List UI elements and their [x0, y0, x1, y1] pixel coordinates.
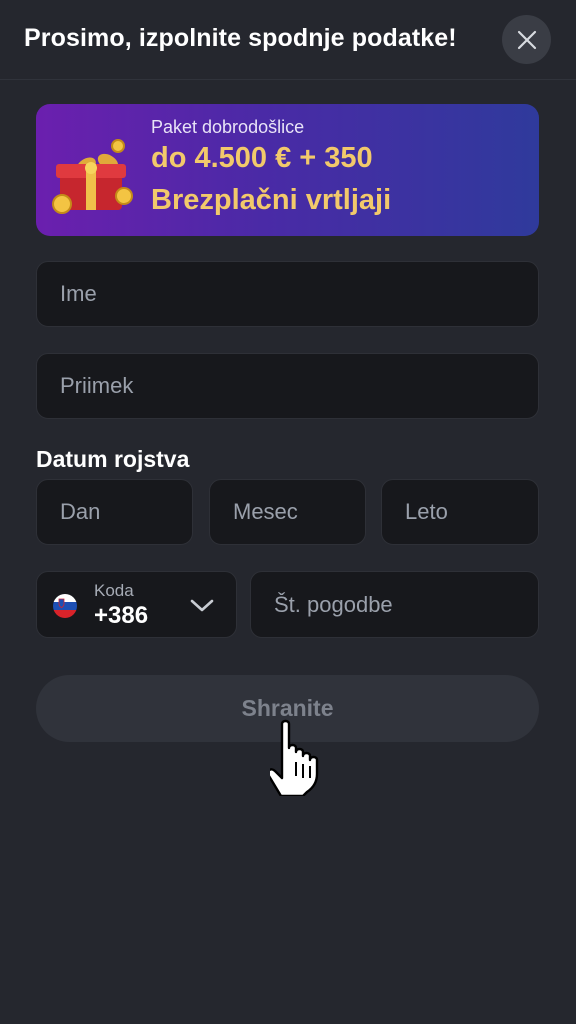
- banner-free-spins: Brezplačni vrtljaji: [151, 184, 392, 216]
- birth-date-label: Datum rojstva: [36, 446, 190, 472]
- birth-day-placeholder: Dan: [60, 499, 101, 524]
- country-code-value: +386: [94, 602, 149, 629]
- country-code-select[interactable]: Koda +386: [36, 571, 237, 638]
- banner-subtitle: Paket dobrodošlice: [151, 117, 305, 137]
- first-name-field[interactable]: Ime: [36, 261, 539, 327]
- last-name-field[interactable]: Priimek: [36, 353, 539, 419]
- phone-number-field[interactable]: Št. pogodbe: [250, 571, 539, 638]
- banner-bonus-amount: do 4.500 € + 350: [151, 142, 373, 174]
- birth-month-placeholder: Mesec: [233, 499, 298, 524]
- first-name-placeholder: Ime: [60, 281, 97, 306]
- header: Prosimo, izpolnite spodnje podatke!: [0, 0, 576, 80]
- close-button[interactable]: [502, 15, 551, 64]
- close-icon: [517, 30, 536, 49]
- chevron-down-icon: [190, 599, 214, 612]
- birth-year-field[interactable]: Leto: [381, 479, 539, 545]
- slovenia-flag-icon: [53, 594, 77, 618]
- birth-day-field[interactable]: Dan: [36, 479, 193, 545]
- hand-pointer-cursor-icon: [270, 719, 319, 796]
- phone-number-placeholder: Št. pogodbe: [274, 591, 393, 617]
- country-code-label: Koda: [94, 581, 134, 600]
- page-title: Prosimo, izpolnite spodnje podatke!: [24, 24, 457, 52]
- birth-month-field[interactable]: Mesec: [209, 479, 366, 545]
- last-name-placeholder: Priimek: [60, 373, 134, 398]
- birth-year-placeholder: Leto: [405, 499, 448, 524]
- welcome-bonus-banner[interactable]: Paket dobrodošlice do 4.500 € + 350 Brez…: [36, 104, 539, 236]
